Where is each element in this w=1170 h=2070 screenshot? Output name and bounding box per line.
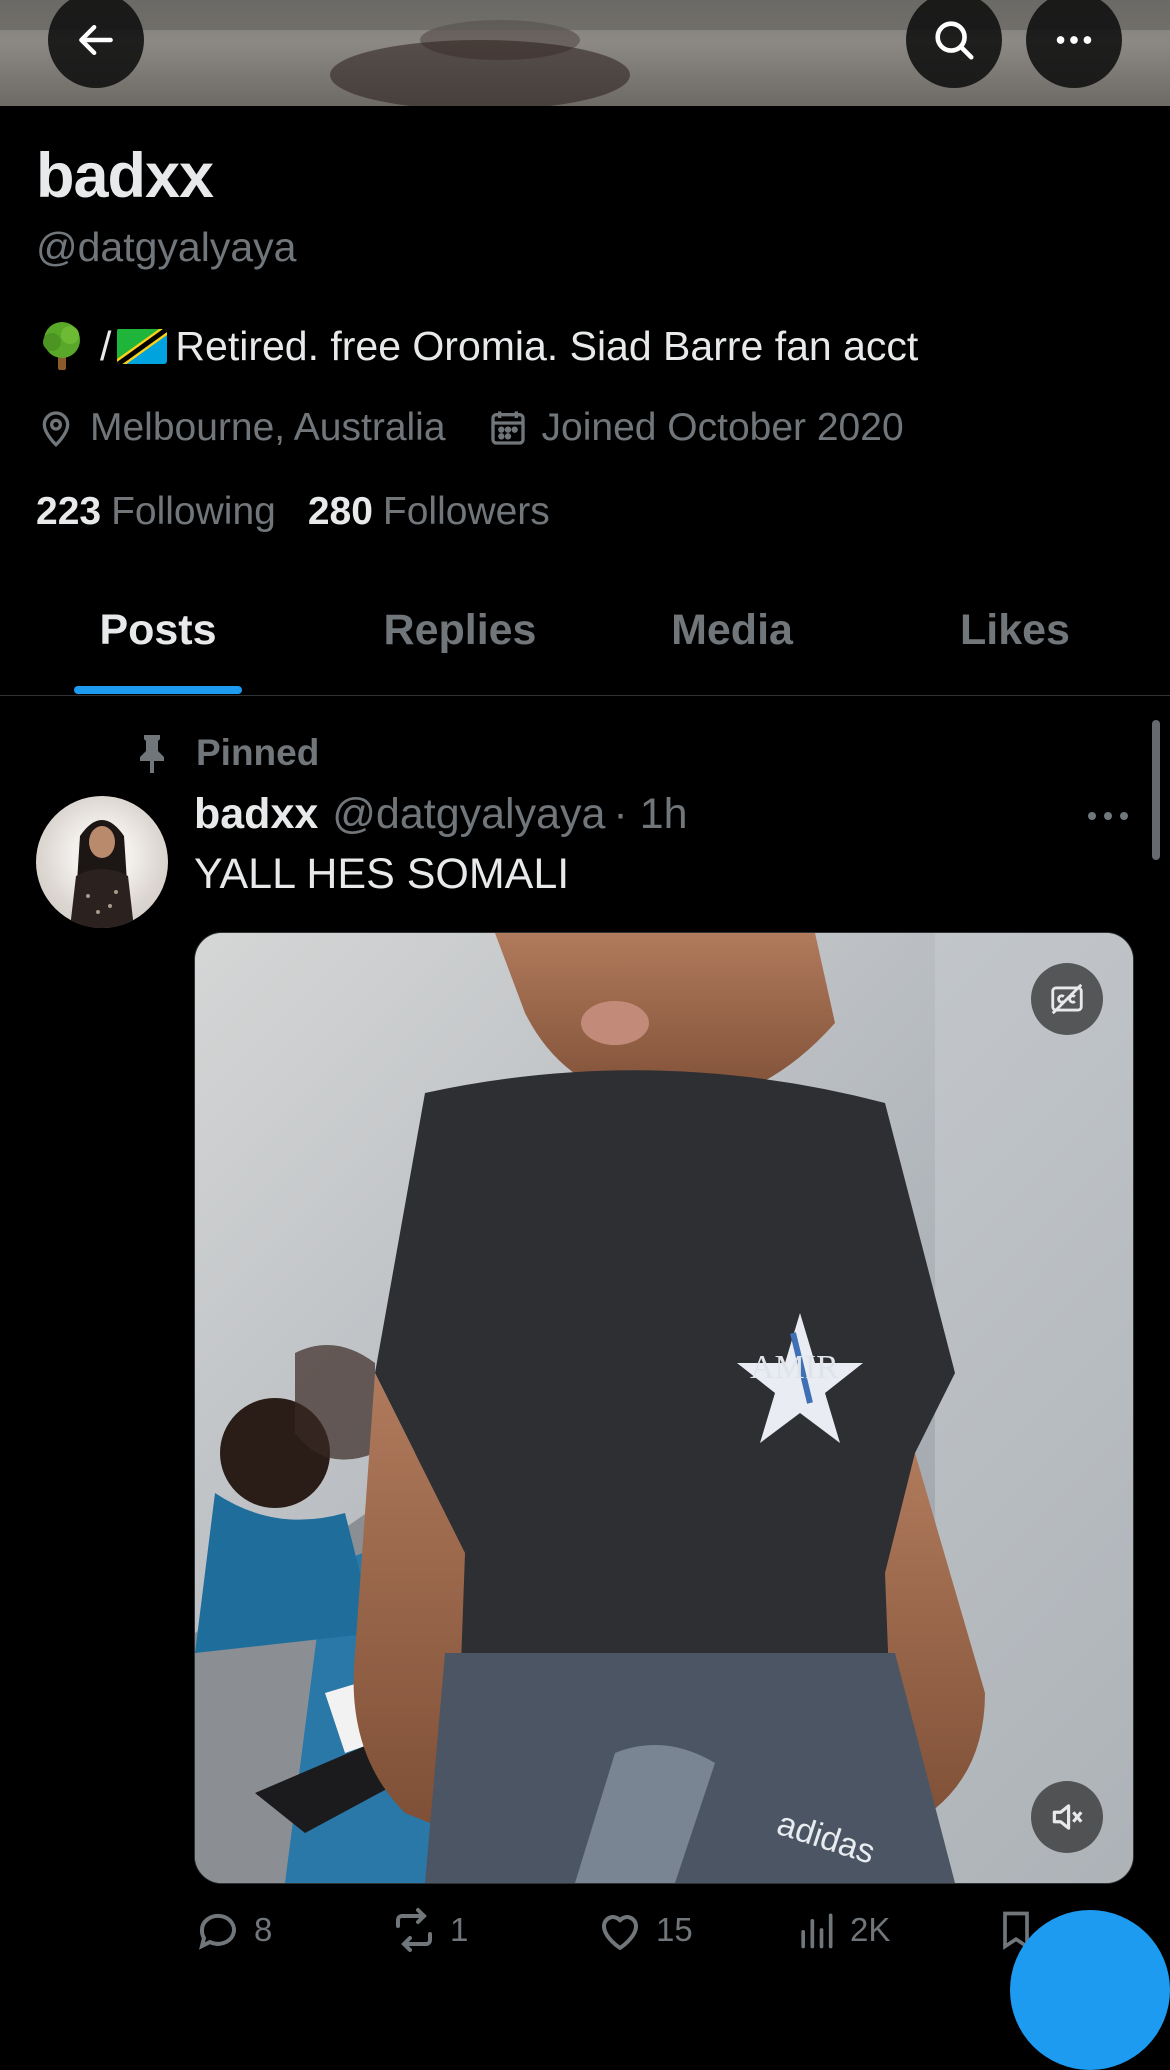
post-timestamp[interactable]: · 1h xyxy=(613,790,687,838)
shirt-print-text: AMIR xyxy=(750,1349,839,1386)
profile-tabs: Posts Replies Media Likes xyxy=(0,588,1170,696)
like-button[interactable]: 15 xyxy=(596,1906,794,1954)
repost-count: 1 xyxy=(450,1911,469,1948)
mute-toggle[interactable] xyxy=(1031,1781,1103,1853)
tab-likes[interactable]: Likes xyxy=(920,606,1110,655)
views-chart-icon xyxy=(801,1913,833,1949)
tab-replies[interactable]: Replies xyxy=(350,606,570,655)
followers-label: Followers xyxy=(382,490,550,533)
author-avatar[interactable] xyxy=(36,796,168,928)
search-icon xyxy=(935,21,974,60)
tabs-divider xyxy=(0,695,1170,696)
repost-button[interactable]: 1 xyxy=(390,1906,596,1954)
post-author-name[interactable]: badxx xyxy=(194,790,318,838)
calendar-icon xyxy=(490,411,525,445)
arrow-left-icon xyxy=(79,24,113,56)
post-header: badxx @datgyalyaya · 1h xyxy=(194,790,688,839)
reply-count: 8 xyxy=(254,1911,273,1948)
profile-name: badxx xyxy=(36,141,214,211)
followers-count: 280 xyxy=(307,490,373,533)
profile-handle: @datgyalyaya xyxy=(36,224,297,270)
captions-toggle[interactable] xyxy=(1031,963,1103,1035)
tree-emoji-icon xyxy=(36,320,88,372)
reply-button[interactable]: 8 xyxy=(194,1906,390,1954)
bio-text: Retired. free Oromia. Siad Barre fan acc… xyxy=(175,322,919,369)
post-more-button[interactable] xyxy=(1084,804,1132,833)
followers-link[interactable]: 280 Followers xyxy=(308,490,550,534)
like-count: 15 xyxy=(656,1911,693,1948)
compose-post-button[interactable] xyxy=(1010,1910,1170,2070)
following-label: Following xyxy=(111,490,276,533)
pin-icon xyxy=(140,735,164,773)
post-actions: 8 1 15 2K xyxy=(194,1906,1132,1954)
profile-joined: Joined October 2020 xyxy=(488,406,904,450)
following-count: 223 xyxy=(36,490,102,533)
profile-meta: Melbourne, Australia Joined October 2020 xyxy=(36,406,946,450)
video-frame: AMIR adidas xyxy=(195,933,1133,1883)
views-button[interactable]: 2K xyxy=(794,1906,994,1954)
repost-icon xyxy=(396,1908,432,1952)
more-horizontal-icon xyxy=(1088,812,1128,820)
flag-tanzania-icon xyxy=(117,328,168,364)
pinned-label: Pinned xyxy=(196,732,320,773)
active-tab-indicator xyxy=(74,686,242,694)
tab-media[interactable]: Media xyxy=(632,606,832,655)
bio-separator: / xyxy=(100,322,112,369)
speaker-muted-icon xyxy=(1052,1804,1083,1830)
tab-posts[interactable]: Posts xyxy=(60,606,256,655)
joined-text: Joined October 2020 xyxy=(541,406,904,449)
follow-counts: 223 Following 280 Followers xyxy=(36,490,582,534)
scrollbar-thumb[interactable] xyxy=(1152,720,1160,860)
profile-location: Melbourne, Australia xyxy=(36,406,446,450)
heart-icon xyxy=(602,1915,638,1950)
views-count: 2K xyxy=(850,1911,891,1948)
pinned-indicator: Pinned xyxy=(136,732,319,774)
captions-off-icon xyxy=(1051,983,1083,1015)
reply-icon xyxy=(199,1913,236,1950)
location-pin-icon xyxy=(42,411,70,447)
profile-bio: / Retired. free Oromia. Siad Barre fan a… xyxy=(36,320,918,372)
location-text: Melbourne, Australia xyxy=(90,406,446,449)
following-link[interactable]: 223 Following xyxy=(36,490,276,534)
more-horizontal-icon xyxy=(1056,36,1092,44)
post-video[interactable]: AMIR adidas xyxy=(194,932,1134,1884)
post-text: YALL HES SOMALI xyxy=(194,850,570,898)
post-author-handle[interactable]: @datgyalyaya xyxy=(332,790,605,838)
